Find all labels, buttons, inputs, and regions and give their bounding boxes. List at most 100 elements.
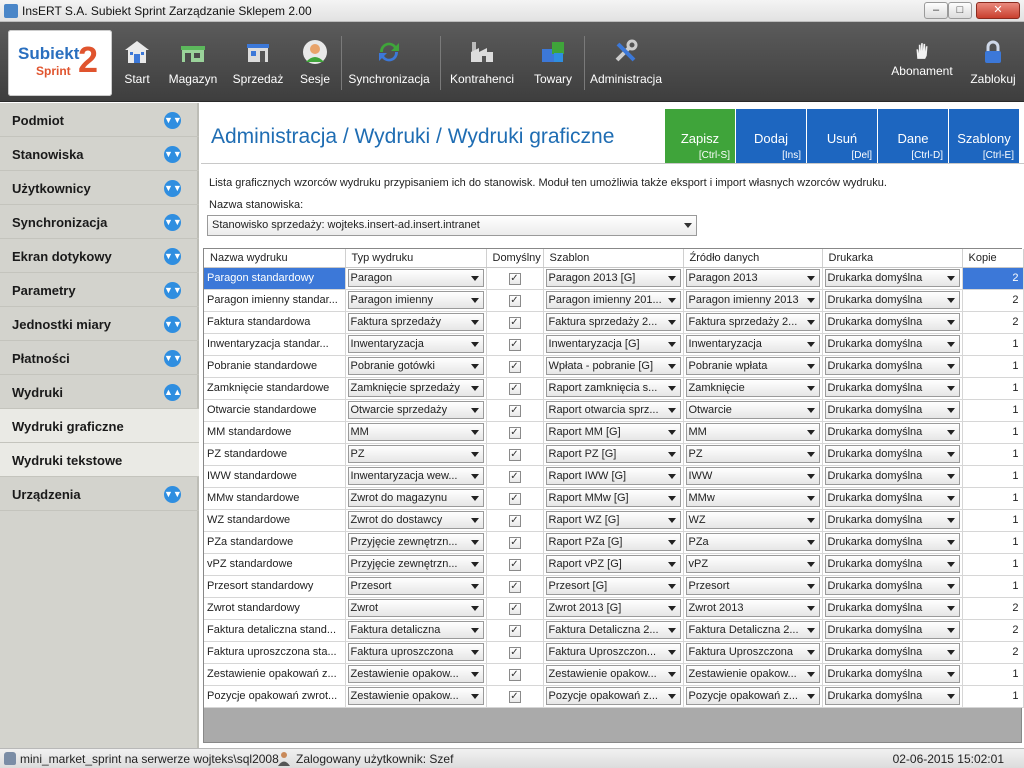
template-combo[interactable]: Raport MMw [G] [545,489,681,507]
print-name-cell[interactable]: PZ standardowe [204,443,346,466]
template-combo[interactable]: Raport vPZ [G] [545,555,681,573]
default-checkbox[interactable]: ✓ [508,382,521,395]
print-type-combo[interactable]: Zwrot do magazynu [347,489,484,507]
default-checkbox[interactable]: ✓ [508,470,521,483]
maximize-button[interactable]: □ [948,2,972,19]
datasource-combo[interactable]: Faktura sprzedaży 2... [685,313,820,331]
default-checkbox[interactable]: ✓ [508,492,521,505]
printer-combo[interactable]: Drukarka domyślna [824,291,960,309]
toolbar-sprzedaz[interactable]: Sprzedaż [231,22,285,102]
sidebar-item-wydruki[interactable]: Wydruki ▲▲ [0,375,199,409]
table-row[interactable]: WZ standardowe Zwrot do dostawcy ✓ Raport W… [204,509,1024,532]
datasource-combo[interactable]: MM [685,423,820,441]
datasource-combo[interactable]: PZ [685,445,820,463]
copies-cell[interactable]: 1 [962,443,1024,466]
datasource-combo[interactable]: Zamknięcie [685,379,820,397]
column-header[interactable]: Źródło danych [683,249,823,268]
copies-cell[interactable]: 1 [962,685,1024,708]
template-combo[interactable]: Raport zamknięcia s... [545,379,681,397]
copies-cell[interactable]: 2 [962,641,1024,664]
table-row[interactable]: Otwarcie standardowe Otwarcie sprzedaży ✓ R… [204,399,1024,422]
table-row[interactable]: Zestawienie opakowań z... Zestawienie opa… [204,663,1024,686]
toolbar-synchronizacja[interactable]: Synchronizacja [346,22,432,102]
template-combo[interactable]: Przesort [G] [545,577,681,595]
sidebar-item-wydruki-tekstowe[interactable]: Wydruki tekstowe [0,443,199,477]
template-combo[interactable]: Raport MM [G] [545,423,681,441]
template-combo[interactable]: Paragon imienny 201... [545,291,681,309]
copies-cell[interactable]: 1 [962,531,1024,554]
table-row[interactable]: Pobranie standardowe Pobranie gotówki ✓ Wpł… [204,355,1024,378]
column-header[interactable]: Domyślny [486,249,544,268]
default-checkbox[interactable]: ✓ [508,448,521,461]
print-type-combo[interactable]: Otwarcie sprzedaży [347,401,484,419]
table-row[interactable]: PZ standardowe PZ ✓ Raport PZ [G] PZ Drukarka… [204,443,1024,466]
printer-combo[interactable]: Drukarka domyślna [824,423,960,441]
copies-cell[interactable]: 1 [962,487,1024,510]
datasource-combo[interactable]: Faktura Detaliczna 2... [685,621,820,639]
printer-combo[interactable]: Drukarka domyślna [824,445,960,463]
toolbar-magazyn[interactable]: Magazyn [166,22,220,102]
column-header[interactable]: Drukarka [822,249,963,268]
print-type-combo[interactable]: Przyjęcie zewnętrzn... [347,533,484,551]
table-row[interactable]: PZa standardowe Przyjęcie zewnętrzn... ✓ Ra… [204,531,1024,554]
datasource-combo[interactable]: Inwentaryzacja [685,335,820,353]
printer-combo[interactable]: Drukarka domyślna [824,533,960,551]
copies-cell[interactable]: 1 [962,333,1024,356]
print-type-combo[interactable]: Zestawienie opakow... [347,665,484,683]
printer-combo[interactable]: Drukarka domyślna [824,555,960,573]
print-type-combo[interactable]: Przyjęcie zewnętrzn... [347,555,484,573]
default-checkbox[interactable]: ✓ [508,426,521,439]
printer-combo[interactable]: Drukarka domyślna [824,379,960,397]
table-row[interactable]: Faktura standardowa Faktura sprzedaży ✓ Fak… [204,311,1024,334]
copies-cell[interactable]: 1 [962,553,1024,576]
column-header[interactable]: Szablon [543,249,684,268]
print-name-cell[interactable]: IWW standardowe [204,465,346,488]
minimize-button[interactable]: – [924,2,948,19]
print-name-cell[interactable]: Paragon standardowy [204,267,346,290]
print-type-combo[interactable]: Przesort [347,577,484,595]
copies-cell[interactable]: 1 [962,575,1024,598]
table-row[interactable]: Pozycje opakowań zwrot... Zestawienie opa… [204,685,1024,708]
default-checkbox[interactable]: ✓ [508,646,521,659]
toolbar-abonament[interactable]: Abonament [886,22,958,102]
default-checkbox[interactable]: ✓ [508,668,521,681]
copies-cell[interactable]: 1 [962,421,1024,444]
toolbar-sesje[interactable]: Sesje [296,22,334,102]
sidebar-item-parametry[interactable]: Parametry ▼▼ [0,273,199,307]
table-row[interactable]: Faktura detaliczna stand... Faktura detal… [204,619,1024,642]
datasource-combo[interactable]: Faktura Uproszczona [685,643,820,661]
template-combo[interactable]: Zestawienie opakow... [545,665,681,683]
sidebar-item-synchronizacja[interactable]: Synchronizacja ▼▼ [0,205,199,239]
sidebar-item-platnosci[interactable]: Płatności ▼▼ [0,341,199,375]
table-row[interactable]: vPZ standardowe Przyjęcie zewnętrzn... ✓ Ra… [204,553,1024,576]
print-type-combo[interactable]: Zestawienie opakow... [347,687,484,705]
print-name-cell[interactable]: Paragon imienny standar... [204,289,346,312]
print-type-combo[interactable]: PZ [347,445,484,463]
datasource-combo[interactable]: PZa [685,533,820,551]
print-name-cell[interactable]: PZa standardowe [204,531,346,554]
column-header[interactable]: Kopie [962,249,1024,268]
datasource-combo[interactable]: IWW [685,467,820,485]
print-type-combo[interactable]: Paragon [347,269,484,287]
print-name-cell[interactable]: Faktura standardowa [204,311,346,334]
default-checkbox[interactable]: ✓ [508,404,521,417]
table-row[interactable]: Faktura uproszczona sta... Faktura uprosz… [204,641,1024,664]
template-combo[interactable]: Raport PZ [G] [545,445,681,463]
toolbar-towary[interactable]: Towary [527,22,579,102]
template-combo[interactable]: Raport PZa [G] [545,533,681,551]
print-name-cell[interactable]: vPZ standardowe [204,553,346,576]
print-name-cell[interactable]: Pozycje opakowań zwrot... [204,685,346,708]
datasource-combo[interactable]: Otwarcie [685,401,820,419]
copies-cell[interactable]: 2 [962,311,1024,334]
delete-button[interactable]: Usuń [Del] [807,109,877,163]
copies-cell[interactable]: 1 [962,355,1024,378]
template-combo[interactable]: Raport otwarcia sprz... [545,401,681,419]
print-type-combo[interactable]: Faktura uproszczona [347,643,484,661]
print-type-combo[interactable]: Zwrot [347,599,484,617]
copies-cell[interactable]: 2 [962,267,1024,290]
template-combo[interactable]: Faktura sprzedaży 2... [545,313,681,331]
table-row[interactable]: Przesort standardowy Przesort ✓ Przesort [G… [204,575,1024,598]
close-button[interactable]: ✕ [976,2,1020,19]
datasource-combo[interactable]: Przesort [685,577,820,595]
print-type-combo[interactable]: Inwentaryzacja wew... [347,467,484,485]
